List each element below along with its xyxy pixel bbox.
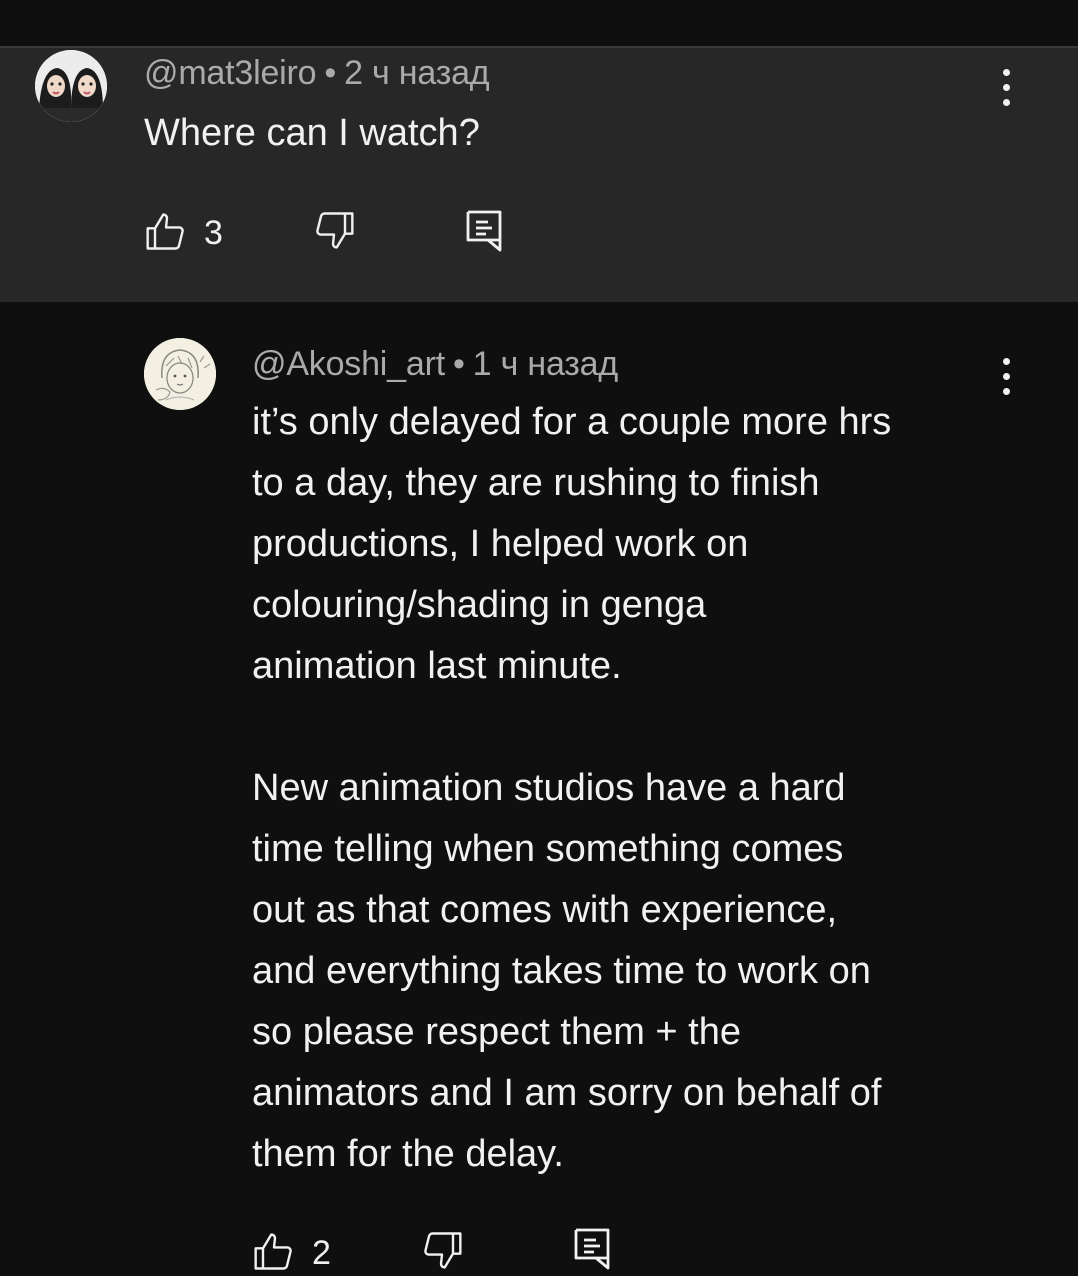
reply-comment: @Akoshi_art • 1 ч назад it’s only delayed … [0,302,1078,1276]
author-name[interactable]: @mat3leiro [144,54,317,92]
avatar-mat3leiro[interactable] [35,50,107,122]
like-count: 2 [312,1234,331,1272]
meta-separator: • [452,345,465,383]
thumbs-up-icon [146,213,184,250]
thumbs-down-icon [316,212,354,249]
reply-button[interactable] [464,208,508,254]
like-button[interactable]: 2 [252,1228,342,1274]
meta-separator: • [324,54,337,92]
reply-button[interactable] [572,1226,616,1274]
reply-icon [466,210,502,252]
parent-comment: @mat3leiro • 2 ч назад Where can I watch? … [0,48,1078,302]
dislike-button[interactable] [312,208,358,254]
thumbs-down-icon [424,1232,462,1269]
comment-time: 1 ч назад [472,345,619,383]
avatar-akoshi-art[interactable] [144,338,216,410]
comment-text: it’s only delayed for a couple more hrs … [252,401,892,1175]
top-bar [0,0,1078,46]
reply-icon [574,1228,610,1270]
dislike-button[interactable] [420,1228,466,1274]
thumbs-up-icon [254,1233,292,1270]
more-vert-icon[interactable] [986,63,1026,113]
like-button[interactable]: 3 [144,208,234,254]
comment-meta: @mat3leiro • 2 ч назад [144,54,490,93]
comment-time: 2 ч назад [344,54,490,92]
comment-text: Where can I watch? [144,112,480,154]
more-vert-icon[interactable] [986,352,1026,402]
comment-meta: @Akoshi_art • 1 ч назад [252,345,618,384]
author-name[interactable]: @Akoshi_art [252,345,445,383]
like-count: 3 [204,214,223,252]
